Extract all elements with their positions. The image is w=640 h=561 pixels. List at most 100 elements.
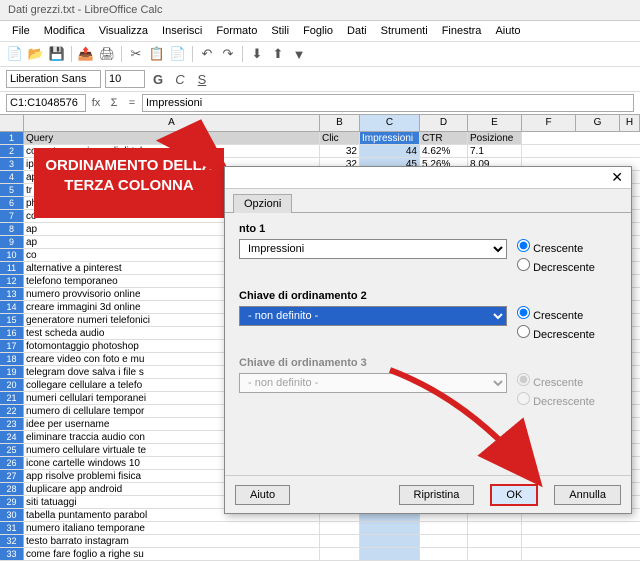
row-header[interactable]: 33 — [0, 548, 24, 560]
row-header[interactable]: 27 — [0, 470, 24, 482]
row-header[interactable]: 6 — [0, 197, 24, 209]
close-icon[interactable]: ✕ — [611, 169, 623, 186]
cut-icon[interactable]: ✂ — [127, 45, 145, 63]
row-header[interactable]: 21 — [0, 392, 24, 404]
row-header[interactable]: 9 — [0, 236, 24, 248]
help-button[interactable]: Aiuto — [235, 485, 290, 505]
menu-view[interactable]: Visualizza — [93, 23, 154, 39]
col-header-f[interactable]: F — [522, 115, 576, 131]
sort-key1-desc[interactable]: Decrescente — [517, 258, 595, 277]
sort-key2-desc[interactable]: Decrescente — [517, 325, 595, 344]
row-header[interactable]: 32 — [0, 535, 24, 547]
cell[interactable] — [360, 522, 420, 534]
row-header[interactable]: 16 — [0, 327, 24, 339]
row-header[interactable]: 31 — [0, 522, 24, 534]
row-header[interactable]: 28 — [0, 483, 24, 495]
row-header[interactable]: 24 — [0, 431, 24, 443]
equals-icon[interactable]: = — [124, 95, 140, 111]
row-header[interactable]: 13 — [0, 288, 24, 300]
cell[interactable]: numero italiano temporane — [24, 522, 320, 534]
row-header[interactable]: 1 — [0, 132, 24, 144]
cell[interactable] — [468, 548, 522, 560]
row-header[interactable]: 20 — [0, 379, 24, 391]
formula-input[interactable] — [142, 94, 634, 112]
print-icon[interactable]: 🖨 — [98, 45, 116, 63]
sort-key2-asc[interactable]: Crescente — [517, 306, 595, 325]
italic-icon[interactable]: C — [171, 70, 189, 88]
row-header[interactable]: 10 — [0, 249, 24, 261]
row-header[interactable]: 26 — [0, 457, 24, 469]
function-icon[interactable]: fx — [88, 95, 104, 111]
menu-tools[interactable]: Strumenti — [375, 23, 434, 39]
cell[interactable] — [468, 535, 522, 547]
col-header-h[interactable]: H — [620, 115, 640, 131]
select-all-corner[interactable] — [0, 115, 24, 131]
row-header[interactable]: 3 — [0, 158, 24, 170]
save-icon[interactable]: 💾 — [48, 45, 66, 63]
row-header[interactable]: 19 — [0, 366, 24, 378]
tab-options[interactable]: Opzioni — [233, 194, 292, 213]
export-icon[interactable]: 📤 — [77, 45, 95, 63]
cell[interactable]: 4.62% — [420, 145, 468, 157]
menu-edit[interactable]: Modifica — [38, 23, 91, 39]
col-header-e[interactable]: E — [468, 115, 522, 131]
row-header[interactable]: 30 — [0, 509, 24, 521]
paste-icon[interactable]: 📄 — [169, 45, 187, 63]
menu-insert[interactable]: Inserisci — [156, 23, 208, 39]
row-header[interactable]: 4 — [0, 171, 24, 183]
col-header-b[interactable]: B — [320, 115, 360, 131]
cell[interactable]: 44 — [360, 145, 420, 157]
cell[interactable] — [360, 535, 420, 547]
underline-icon[interactable]: S — [193, 70, 211, 88]
sort-desc-icon[interactable]: ⬆ — [269, 45, 287, 63]
sort-key1-asc[interactable]: Crescente — [517, 239, 595, 258]
cell[interactable]: CTR — [420, 132, 468, 144]
sum-icon[interactable]: Σ — [106, 95, 122, 111]
row-header[interactable]: 2 — [0, 145, 24, 157]
sort-asc-icon[interactable]: ⬇ — [248, 45, 266, 63]
cell[interactable] — [420, 522, 468, 534]
row-header[interactable]: 8 — [0, 223, 24, 235]
cell[interactable]: 32 — [320, 145, 360, 157]
cancel-button[interactable]: Annulla — [554, 485, 621, 505]
cell[interactable] — [320, 522, 360, 534]
row-header[interactable]: 23 — [0, 418, 24, 430]
menu-styles[interactable]: Stili — [265, 23, 295, 39]
cell[interactable] — [320, 548, 360, 560]
cell[interactable] — [320, 535, 360, 547]
cell-reference[interactable] — [6, 94, 86, 112]
row-header[interactable]: 15 — [0, 314, 24, 326]
col-header-c[interactable]: C — [360, 115, 420, 131]
cell[interactable]: Posizione — [468, 132, 522, 144]
filter-icon[interactable]: ▼ — [290, 45, 308, 63]
cell[interactable]: Impressioni — [360, 132, 420, 144]
cell[interactable]: come fare foglio a righe su — [24, 548, 320, 560]
copy-icon[interactable]: 📋 — [148, 45, 166, 63]
menu-format[interactable]: Formato — [210, 23, 263, 39]
col-header-d[interactable]: D — [420, 115, 468, 131]
menu-help[interactable]: Aiuto — [489, 23, 526, 39]
row-header[interactable]: 29 — [0, 496, 24, 508]
reset-button[interactable]: Ripristina — [399, 485, 475, 505]
menu-data[interactable]: Dati — [341, 23, 373, 39]
bold-icon[interactable]: G — [149, 70, 167, 88]
row-header[interactable]: 7 — [0, 210, 24, 222]
row-header[interactable]: 5 — [0, 184, 24, 196]
font-size-select[interactable] — [105, 70, 145, 88]
row-header[interactable]: 14 — [0, 301, 24, 313]
ok-button[interactable]: OK — [490, 484, 538, 506]
cell[interactable]: Clic — [320, 132, 360, 144]
undo-icon[interactable]: ↶ — [198, 45, 216, 63]
cell[interactable]: 7.1 — [468, 145, 522, 157]
cell[interactable] — [420, 548, 468, 560]
menu-window[interactable]: Finestra — [436, 23, 488, 39]
font-name-select[interactable] — [6, 70, 101, 88]
menu-file[interactable]: File — [6, 23, 36, 39]
sort-key2-select[interactable]: - non definito - — [239, 306, 507, 326]
row-header[interactable]: 22 — [0, 405, 24, 417]
row-header[interactable]: 25 — [0, 444, 24, 456]
col-header-g[interactable]: G — [576, 115, 620, 131]
row-header[interactable]: 12 — [0, 275, 24, 287]
cell[interactable] — [420, 535, 468, 547]
cell[interactable]: testo barrato instagram — [24, 535, 320, 547]
